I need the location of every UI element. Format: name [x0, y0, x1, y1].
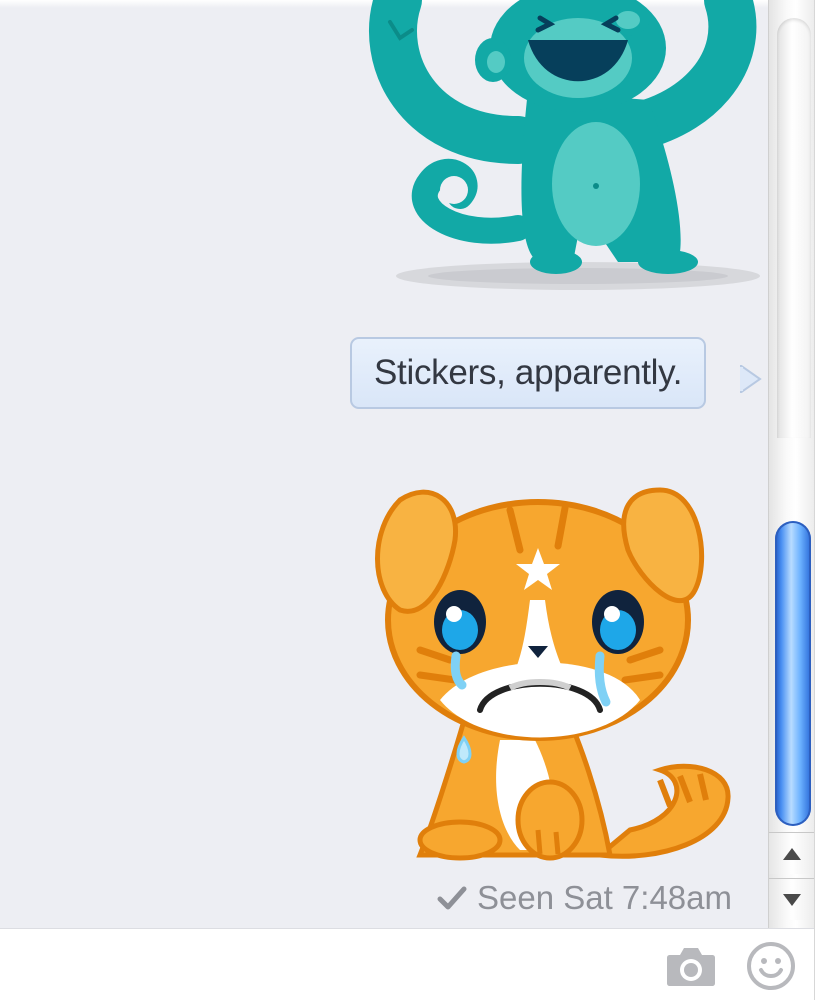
kitten-head [375, 487, 705, 741]
message-thread[interactable]: Stickers, apparently. Seen Sat 7:48am [0, 0, 768, 928]
seen-status-text: Seen Sat 7:48am [476, 879, 732, 916]
vertical-scrollbar[interactable] [768, 0, 815, 928]
check-icon [437, 886, 467, 910]
scroll-track[interactable] [777, 18, 811, 438]
bubble-tail [740, 365, 762, 393]
scroll-down-arrow-icon [783, 893, 801, 906]
scroll-up-arrow-icon [783, 847, 801, 860]
smiley-icon[interactable] [744, 939, 798, 993]
scroll-thumb[interactable] [775, 521, 811, 826]
kitten-sticker[interactable] [360, 470, 760, 865]
window-border [814, 0, 815, 1000]
camera-icon[interactable] [664, 939, 718, 993]
message-bubble[interactable]: Stickers, apparently. [350, 337, 707, 409]
message-text: Stickers, apparently. [374, 353, 683, 392]
seen-status: Seen Sat 7:48am [437, 876, 732, 920]
composer-bar [0, 928, 814, 1000]
monkey-body [369, 0, 757, 274]
scroll-up-button[interactable] [769, 832, 815, 874]
window-edge [814, 0, 833, 1000]
monkey-sticker[interactable] [368, 0, 760, 300]
scroll-down-button[interactable] [769, 878, 815, 920]
